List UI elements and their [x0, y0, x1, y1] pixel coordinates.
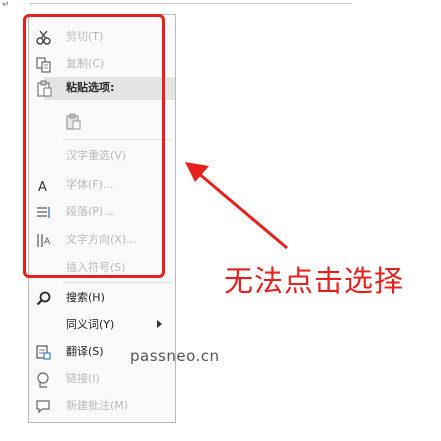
menu-item-link[interactable]: 链接(I) — [29, 368, 175, 391]
red-pointer-arrow-icon — [185, 162, 288, 250]
menu-item-label: 搜索(H) — [66, 291, 105, 304]
menu-item-label: 翻译(S) — [66, 345, 104, 358]
submenu-arrow-icon — [157, 320, 162, 328]
new-comment-icon — [36, 400, 50, 414]
menu-item-label: 同义词(Y) — [66, 318, 115, 331]
document-top-border — [30, 0, 352, 4]
menu-item-synonyms[interactable]: 同义词(Y) — [29, 314, 175, 337]
menu-item-search[interactable]: 搜索(H) — [29, 287, 175, 310]
link-icon — [37, 372, 49, 388]
paragraph-mark: ↵ — [2, 0, 10, 10]
highlight-box — [23, 14, 165, 278]
menu-item-new-comment[interactable]: 新建批注(M) — [29, 395, 175, 418]
annotation-caption: 无法点击选择 — [224, 264, 405, 298]
watermark-text: passneo.cn — [130, 347, 220, 365]
translate-icon — [36, 345, 51, 360]
menu-separator — [62, 282, 172, 283]
search-icon — [36, 291, 51, 306]
menu-item-label: 新建批注(M) — [66, 399, 129, 412]
menu-item-label: 链接(I) — [66, 372, 100, 385]
